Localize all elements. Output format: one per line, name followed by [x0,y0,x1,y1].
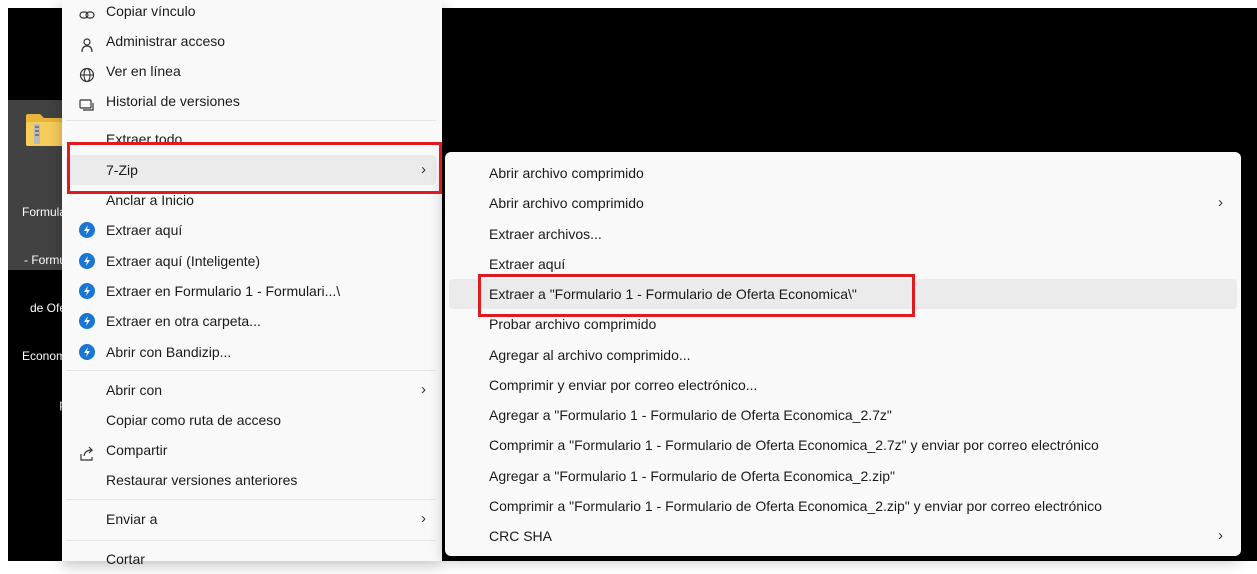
menu-item-label: Cortar [106,551,145,567]
submenu-item-compress-and-email[interactable]: Comprimir y enviar por correo electrónic… [449,370,1237,400]
chevron-right-icon: › [1218,527,1223,544]
menu-item-share[interactable]: Compartir [66,435,436,465]
menu-item-label: Administrar acceso [106,33,226,49]
submenu-item-label: CRC SHA [489,528,553,544]
menu-item-label: Extraer en Formulario 1 - Formulari...\ [106,283,341,299]
submenu-item-extract-files[interactable]: Extraer archivos... [449,219,1237,249]
menu-item-pin-to-start[interactable]: Anclar a Inicio [66,185,436,215]
bandizip-icon [79,253,95,269]
menu-item-label: Abrir con Bandizip... [106,344,232,360]
submenu-item-crc-sha[interactable]: CRC SHA › [449,521,1237,551]
submenu-item-compress-7z-email[interactable]: Comprimir a "Formulario 1 - Formulario d… [449,430,1237,460]
desktop-file-item[interactable]: Formula - Formu de Ofe Econom p [8,100,68,411]
menu-item-label: Copiar como ruta de acceso [106,412,282,428]
menu-item-label: Extraer en otra carpeta... [106,313,261,329]
submenu-item-label: Agregar a "Formulario 1 - Formulario de … [489,407,892,423]
submenu-item-open-archive-more[interactable]: Abrir archivo comprimido › [449,188,1237,218]
submenu-item-label: Abrir archivo comprimido [489,165,644,181]
menu-item-send-to[interactable]: Enviar a › [66,504,436,534]
menu-separator [66,370,436,371]
menu-item-7zip[interactable]: 7-Zip › [66,155,436,185]
submenu-item-extract-to-folder[interactable]: Extraer a "Formulario 1 - Formulario de … [449,279,1237,309]
menu-separator [66,540,436,541]
menu-item-label: Anclar a Inicio [106,192,194,208]
submenu-item-label: Comprimir y enviar por correo electrónic… [489,377,758,393]
file-name-line: - Formu [24,253,66,267]
globe-icon [79,63,95,83]
menu-item-label: Historial de versiones [106,93,240,109]
menu-item-bandizip-extract-smart[interactable]: Extraer aquí (Inteligente) [66,246,436,276]
menu-item-bandizip-extract-other[interactable]: Extraer en otra carpeta... [66,306,436,336]
submenu-item-label: Comprimir a "Formulario 1 - Formulario d… [489,498,1102,514]
history-icon [79,93,95,111]
menu-item-bandizip-extract-to-folder[interactable]: Extraer en Formulario 1 - Formulari...\ [66,276,436,306]
menu-item-label: Compartir [106,442,168,458]
menu-item-label: Abrir con [106,382,163,398]
submenu-item-label: Extraer a "Formulario 1 - Formulario de … [489,286,857,302]
menu-item-label: Ver en línea [106,63,181,79]
submenu-item-label: Probar archivo comprimido [489,316,657,332]
submenu-item-add-to-zip[interactable]: Agregar a "Formulario 1 - Formulario de … [449,461,1237,491]
submenu-item-label: Comprimir a "Formulario 1 - Formulario d… [489,437,1099,453]
menu-item-view-online[interactable]: Ver en línea [66,56,436,86]
submenu-item-compress-zip-email[interactable]: Comprimir a "Formulario 1 - Formulario d… [449,491,1237,521]
submenu-item-label: Extraer aquí [489,256,566,272]
menu-item-label: Copiar vínculo [106,3,196,19]
menu-separator [66,499,436,500]
bandizip-icon [79,283,95,299]
7zip-submenu: Abrir archivo comprimido Abrir archivo c… [445,152,1241,556]
chevron-right-icon: › [421,381,426,398]
submenu-item-extract-here[interactable]: Extraer aquí [449,249,1237,279]
submenu-item-label: Agregar al archivo comprimido... [489,347,691,363]
menu-item-cut[interactable]: Cortar [66,544,436,574]
submenu-item-test-archive[interactable]: Probar archivo comprimido [449,309,1237,339]
submenu-item-label: Agregar a "Formulario 1 - Formulario de … [489,468,895,484]
menu-item-label: 7-Zip [106,162,138,178]
menu-item-open-with-bandizip[interactable]: Abrir con Bandizip... [66,337,436,367]
menu-item-extract-all[interactable]: Extraer todo [66,124,436,154]
menu-item-label: Extraer aquí (Inteligente) [106,253,261,269]
menu-item-label: Extraer aquí [106,222,183,238]
zip-folder-icon [26,112,66,146]
file-name-line: p [8,396,66,412]
submenu-item-open-archive[interactable]: Abrir archivo comprimido [449,158,1237,188]
bandizip-icon [79,313,95,329]
menu-item-bandizip-extract-here[interactable]: Extraer aquí [66,215,436,245]
menu-item-manage-access[interactable]: Administrar acceso [66,26,436,56]
context-menu: Copiar vínculo Administrar acceso Ver en… [62,0,442,567]
menu-separator [66,120,436,121]
chevron-right-icon: › [1218,194,1223,211]
share-icon [79,442,95,461]
menu-item-copy-as-path[interactable]: Copiar como ruta de acceso [66,405,436,435]
chevron-right-icon: › [421,161,426,178]
submenu-item-add-to-archive[interactable]: Agregar al archivo comprimido... [449,340,1237,370]
bandizip-icon [79,344,95,360]
menu-item-open-with[interactable]: Abrir con › [66,375,436,405]
link-icon [79,3,95,19]
file-name-line: de Ofe [29,301,66,315]
menu-item-restore-versions[interactable]: Restaurar versiones anteriores [66,465,436,495]
submenu-item-label: Extraer archivos... [489,226,602,242]
menu-item-version-history[interactable]: Historial de versiones [66,86,436,116]
chevron-right-icon: › [421,510,426,527]
user-icon [79,33,95,53]
menu-item-label: Enviar a [106,511,158,527]
submenu-item-add-to-7z[interactable]: Agregar a "Formulario 1 - Formulario de … [449,400,1237,430]
menu-item-label: Restaurar versiones anteriores [106,472,298,488]
file-name-line: Formula [21,205,66,219]
desktop-file-name: Formula - Formu de Ofe Econom p [8,172,66,444]
submenu-item-label: Abrir archivo comprimido [489,195,644,211]
menu-item-label: Extraer todo [106,131,183,147]
menu-item-copy-link[interactable]: Copiar vínculo [66,0,436,26]
file-name-line: Econom [21,349,66,363]
bandizip-icon [79,222,95,238]
